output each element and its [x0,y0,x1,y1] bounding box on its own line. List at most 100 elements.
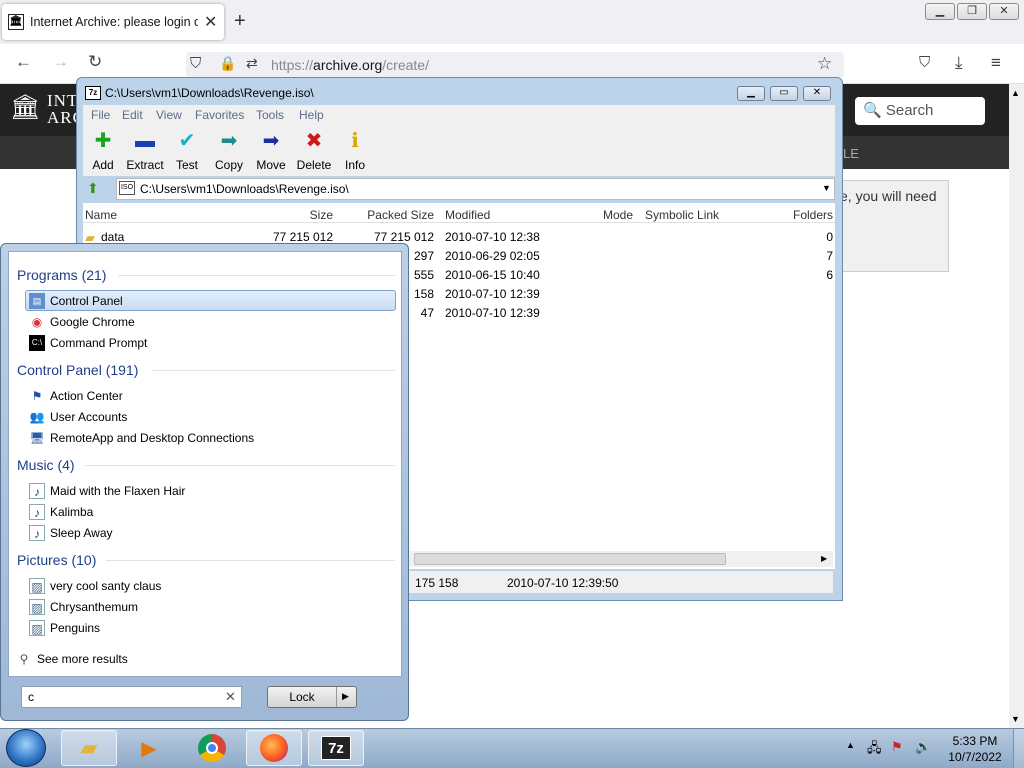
lock-icon[interactable]: 🔒 [219,55,236,72]
result-user-accounts[interactable]: 👥 User Accounts [29,409,128,425]
result-picture-item[interactable]: ▨ Chrysanthemum [29,599,138,615]
scroll-up-icon[interactable]: ▲ [1011,88,1020,98]
menu-favorites[interactable]: Favorites [195,108,244,122]
result-action-center[interactable]: ⚑ Action Center [29,388,123,404]
control-panel-icon: ▤ [29,293,45,309]
folder-up-icon[interactable]: ⬆ [87,180,99,197]
forward-icon[interactable]: → [52,52,69,72]
taskbar-clock[interactable]: 5:33 PM 10/7/2022 [940,733,1010,765]
clear-search-icon[interactable]: ✕ [225,689,236,705]
delete-button[interactable]: ✖ Delete [292,130,336,172]
menu-tools[interactable]: Tools [256,108,284,122]
table-row-folders: 7 [826,249,833,263]
group-pictures-title[interactable]: Pictures (10) [17,552,96,568]
result-picture-item[interactable]: ▨ very cool santy claus [29,578,161,594]
address-dropdown-icon[interactable]: ▼ [822,183,831,193]
scroll-right-icon[interactable]: ▶ [821,554,827,563]
taskbar-chrome[interactable] [184,730,240,766]
column-modified[interactable]: Modified [445,208,490,222]
menu-edit[interactable]: Edit [122,108,143,122]
group-music-title[interactable]: Music (4) [17,457,75,473]
back-icon[interactable]: ← [15,52,32,72]
permissions-icon[interactable]: ⇄ [246,55,258,72]
show-desktop-button[interactable] [1013,729,1024,768]
archive-search-input[interactable]: 🔍 Search [855,97,985,125]
media-player-icon: ▶ [141,737,157,760]
7zip-taskbar-icon: 7z [321,736,351,760]
column-size[interactable]: Size [238,208,333,222]
table-row-name[interactable]: data [101,230,124,244]
menu-icon[interactable]: ≡ [991,53,1001,73]
column-mode[interactable]: Mode [538,208,633,222]
menu-view[interactable]: View [156,108,182,122]
action-center-flag-icon[interactable]: ⚑ [891,739,903,755]
menu-help[interactable]: Help [299,108,324,122]
taskbar-firefox[interactable] [246,730,302,766]
archive-nav-item[interactable]: LE [843,146,859,161]
status-date: 2010-07-10 12:39:50 [507,576,619,590]
volume-icon[interactable]: 🔊 [915,739,931,755]
picture-file-icon: ▨ [29,599,45,615]
result-music-item[interactable]: ♪ Kalimba [29,504,93,520]
group-control-panel-title[interactable]: Control Panel (191) [17,362,138,378]
move-button[interactable]: ➡ Move [249,130,293,172]
result-music-item[interactable]: ♪ Sleep Away [29,525,113,541]
bookmark-star-icon[interactable]: ☆ [817,54,832,74]
taskbar-7zip[interactable]: 7z [308,730,364,766]
copy-icon: ➡ [220,130,238,152]
test-button[interactable]: ✔ Test [165,130,209,172]
start-search-input[interactable]: c [21,686,242,708]
users-icon: 👥 [29,410,45,424]
minimize-button[interactable]: ▁ [925,3,955,20]
shield-icon[interactable]: ⛉ [190,55,201,72]
close-window-button[interactable]: ✕ [989,3,1019,20]
extract-button[interactable]: ▬ Extract [123,130,167,172]
downloads-icon[interactable]: ⤓ [955,53,963,73]
table-row-size: 77 215 012 [272,230,333,244]
result-control-panel[interactable]: ▤ Control Panel [29,293,123,309]
browser-tab[interactable]: 🏛 Internet Archive: please login or ✕ [2,4,224,40]
copy-button[interactable]: ➡ Copy [207,130,251,172]
column-symbolic-link[interactable]: Symbolic Link [645,208,719,222]
table-row-folders: 0 [826,230,833,244]
show-hidden-icons-icon[interactable]: ▲ [846,740,855,750]
lock-button[interactable]: Lock ▶ [267,686,357,708]
taskbar-media-player[interactable]: ▶ [121,730,177,766]
column-folders[interactable]: Folders [738,208,833,222]
see-more-results-link[interactable]: ⚲ See more results [16,651,128,667]
group-programs-title[interactable]: Programs (21) [17,267,106,283]
page-scrollbar[interactable] [1009,84,1024,728]
add-button[interactable]: ✚ Add [81,130,125,172]
restore-button[interactable]: ❐ [957,3,987,20]
close-tab-icon[interactable]: ✕ [204,12,217,32]
music-file-icon: ♪ [29,525,45,541]
start-orb-icon[interactable] [6,729,46,767]
7zip-close-button[interactable]: ✕ [803,86,831,101]
lock-label: Lock [289,690,315,704]
hscroll-thumb[interactable] [414,553,726,565]
result-command-prompt[interactable]: C:\ Command Prompt [29,335,147,351]
table-row-modified: 2010-06-29 02:05 [445,249,540,263]
power-options-arrow-icon[interactable]: ▶ [342,691,349,702]
column-name[interactable]: Name [85,208,117,222]
taskbar-explorer[interactable]: ▰ [61,730,117,766]
pocket-icon[interactable]: ⛉ [919,54,930,71]
column-packed-size[interactable]: Packed Size [338,208,434,222]
7zip-maximize-button[interactable]: ▭ [770,86,798,101]
new-tab-icon[interactable]: + [234,10,246,33]
result-google-chrome[interactable]: ◉ Google Chrome [29,314,135,330]
archive-logo-icon[interactable]: 🏛 [10,93,40,125]
result-music-item[interactable]: ♪ Maid with the Flaxen Hair [29,483,185,499]
split-divider [336,687,337,707]
menu-file[interactable]: File [91,108,110,122]
scroll-down-icon[interactable]: ▼ [1011,714,1020,724]
result-picture-item[interactable]: ▨ Penguins [29,620,100,636]
network-icon[interactable]: 🖧 [867,739,882,761]
url-text[interactable]: https://archive.org/create/ [271,57,429,73]
search-icon: 🔍 [863,102,882,119]
reload-icon[interactable]: ↻ [88,52,102,72]
7zip-minimize-button[interactable]: ▁ [737,86,765,101]
result-remoteapp[interactable]: 🖥 RemoteApp and Desktop Connections [29,430,254,446]
info-button[interactable]: ℹ Info [333,130,377,172]
7zip-address-text[interactable]: C:\Users\vm1\Downloads\Revenge.iso\ [140,182,349,196]
